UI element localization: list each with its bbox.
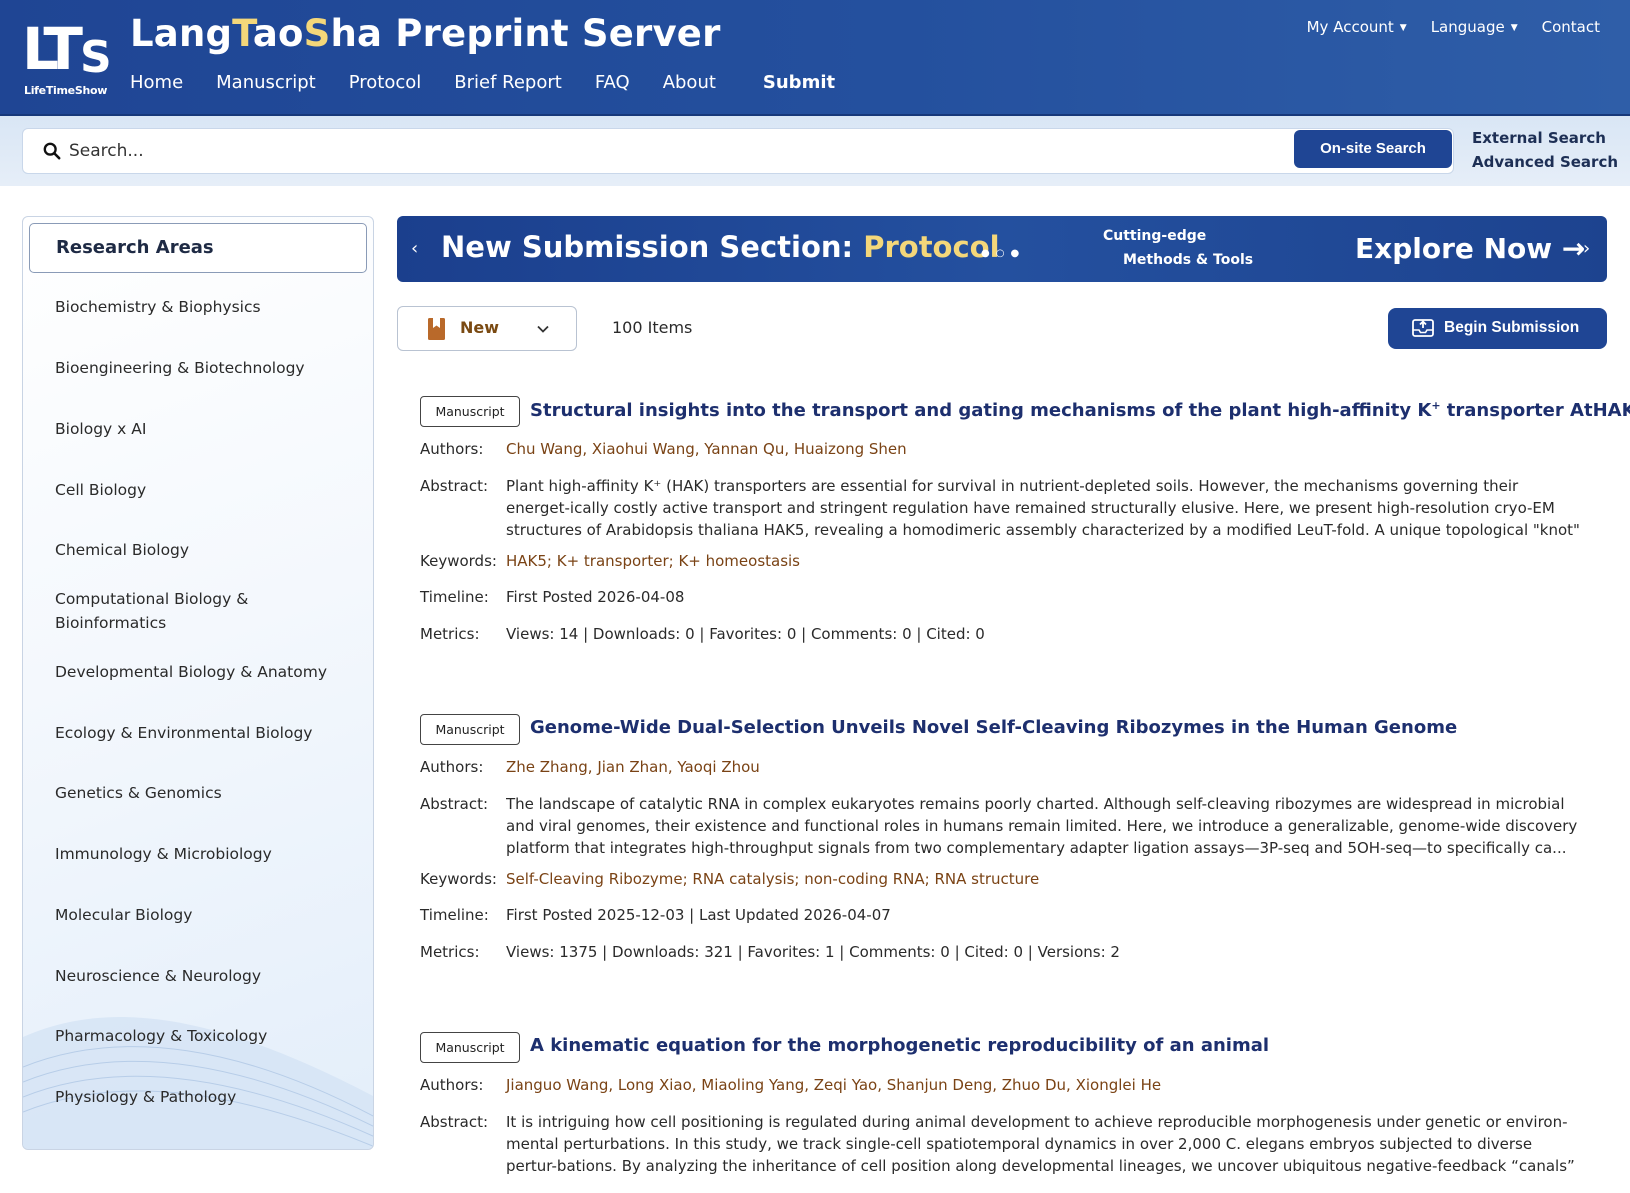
- article-header: Manuscript Genome-Wide Dual-Selection Un…: [420, 714, 1600, 746]
- search-links: External Search Advanced Search: [1472, 126, 1618, 174]
- article-title-link[interactable]: Structural insights into the transport a…: [530, 399, 1630, 421]
- nav-about[interactable]: About: [663, 72, 716, 93]
- sidebar-item-bioengineering[interactable]: Bioengineering & Biotechnology: [55, 356, 355, 380]
- logo-letters: LT: [22, 15, 83, 83]
- sidebar-item-pharmacology[interactable]: Pharmacology & Toxicology: [55, 1024, 355, 1048]
- main-nav: Home Manuscript Protocol Brief Report FA…: [130, 72, 868, 93]
- search-box: [22, 128, 1454, 174]
- article-header: Manuscript Structural insights into the …: [420, 396, 1630, 428]
- language-menu[interactable]: Language ▼: [1431, 18, 1518, 36]
- sidebar-item-ecology[interactable]: Ecology & Environmental Biology: [55, 721, 355, 745]
- search-band: On-site Search External Search Advanced …: [0, 116, 1630, 186]
- banner-tagline-2: Methods & Tools: [1123, 252, 1254, 268]
- sidebar-item-immunology[interactable]: Immunology & Microbiology: [55, 842, 355, 866]
- abstract-text: The landscape of catalytic RNA in comple…: [506, 795, 1578, 857]
- logo-subtitle: LifeTimeShow: [24, 84, 108, 97]
- sidebar-item-physiology[interactable]: Physiology & Pathology: [55, 1085, 355, 1109]
- article-type-badge: Manuscript: [420, 396, 520, 427]
- nav-faq[interactable]: FAQ: [595, 72, 630, 93]
- external-search-link[interactable]: External Search: [1472, 126, 1618, 150]
- sidebar-item-chemical-biology[interactable]: Chemical Biology: [55, 538, 355, 562]
- sidebar-item-molecular-biology[interactable]: Molecular Biology: [55, 903, 355, 927]
- banner-title: New Submission Section: Protocol: [441, 230, 1000, 264]
- sidebar-item-cell-biology[interactable]: Cell Biology: [55, 478, 355, 502]
- author-links[interactable]: Chu Wang, Xiaohui Wang, Yannan Qu, Huaiz…: [506, 438, 1582, 460]
- site-logo[interactable]: LT S LifeTimeShow: [22, 15, 112, 97]
- abstract-text: It is intriguing how cell positioning is…: [506, 1113, 1575, 1175]
- site-header: LT S LifeTimeShow LangTaoSha Preprint Se…: [0, 0, 1630, 116]
- site-title[interactable]: LangTaoSha Preprint Server: [130, 12, 721, 55]
- decorative-wave: [23, 1017, 373, 1149]
- begin-submission-button[interactable]: Begin Submission: [1388, 308, 1607, 349]
- advanced-search-link[interactable]: Advanced Search: [1472, 150, 1618, 174]
- search-input[interactable]: [69, 137, 1269, 165]
- sidebar-item-neuroscience[interactable]: Neuroscience & Neurology: [55, 964, 355, 988]
- upload-tray-icon: [1412, 319, 1434, 337]
- abstract-text: Plant high-affinity K⁺ (HAK) transporter…: [506, 477, 1580, 539]
- sidebar-item-biochemistry[interactable]: Biochemistry & Biophysics: [55, 295, 355, 319]
- keyword-links[interactable]: HAK5; K+ transporter; K+ homeostasis: [506, 550, 1582, 572]
- nav-protocol[interactable]: Protocol: [349, 72, 422, 93]
- keyword-links[interactable]: Self-Cleaving Ribozyme; RNA catalysis; n…: [506, 868, 1582, 890]
- article-type-badge: Manuscript: [420, 714, 520, 745]
- article-header: Manuscript A kinematic equation for the …: [420, 1032, 1600, 1064]
- timeline-text: First Posted 2026-04-08: [506, 588, 685, 606]
- timeline-text: First Posted 2025-12-03 | Last Updated 2…: [506, 906, 891, 924]
- article-title-link[interactable]: Genome-Wide Dual-Selection Unveils Novel…: [530, 717, 1457, 738]
- metrics-text: Views: 14 | Downloads: 0 | Favorites: 0 …: [506, 625, 985, 643]
- carousel-dots-icon[interactable]: ●○●: [981, 248, 1025, 259]
- metrics-text: Views: 1375 | Downloads: 321 | Favorites…: [506, 943, 1120, 961]
- chevron-left-icon[interactable]: ‹: [411, 238, 418, 259]
- author-links[interactable]: Zhe Zhang, Jian Zhan, Yaoqi Zhou: [506, 756, 1582, 778]
- sidebar-item-biology-ai[interactable]: Biology x AI: [55, 417, 355, 441]
- top-links: My Account ▼ Language ▼ Contact: [1307, 18, 1600, 36]
- banner-tagline-1: Cutting-edge: [1103, 228, 1207, 244]
- item-count: 100 Items: [612, 318, 693, 337]
- author-links[interactable]: Jianguo Wang, Long Xiao, Miaoling Yang, …: [506, 1074, 1582, 1096]
- contact-link[interactable]: Contact: [1542, 18, 1600, 36]
- article-type-badge: Manuscript: [420, 1032, 520, 1063]
- search-icon: [43, 142, 61, 160]
- caret-down-icon: ▼: [1510, 22, 1518, 33]
- chevron-down-icon: [537, 325, 549, 333]
- logo-letter-s: S: [80, 32, 112, 83]
- bookmark-icon: [428, 318, 445, 340]
- my-account-menu[interactable]: My Account ▼: [1307, 18, 1407, 36]
- sort-label: New: [460, 318, 500, 337]
- caret-down-icon: ▼: [1399, 22, 1407, 33]
- sidebar-item-computational-biology[interactable]: Computational Biology & Bioinformatics: [55, 587, 255, 635]
- sidebar-title: Research Areas: [29, 223, 367, 273]
- nav-home[interactable]: Home: [130, 72, 183, 93]
- nav-brief-report[interactable]: Brief Report: [454, 72, 562, 93]
- article-title-link[interactable]: A kinematic equation for the morphogenet…: [530, 1035, 1269, 1056]
- sidebar-item-genetics[interactable]: Genetics & Genomics: [55, 781, 355, 805]
- protocol-banner[interactable]: ‹ New Submission Section: Protocol ●○● C…: [397, 216, 1607, 282]
- nav-manuscript[interactable]: Manuscript: [216, 72, 316, 93]
- explore-now-link[interactable]: Explore Now →: [1355, 232, 1585, 265]
- chevron-right-icon[interactable]: ›: [1583, 238, 1590, 259]
- onsite-search-button[interactable]: On-site Search: [1294, 130, 1452, 168]
- research-areas-sidebar: Research Areas Biochemistry & Biophysics…: [22, 216, 374, 1150]
- sort-dropdown[interactable]: New: [397, 306, 577, 351]
- sidebar-item-developmental-biology[interactable]: Developmental Biology & Anatomy: [55, 660, 355, 684]
- nav-submit[interactable]: Submit: [763, 72, 835, 93]
